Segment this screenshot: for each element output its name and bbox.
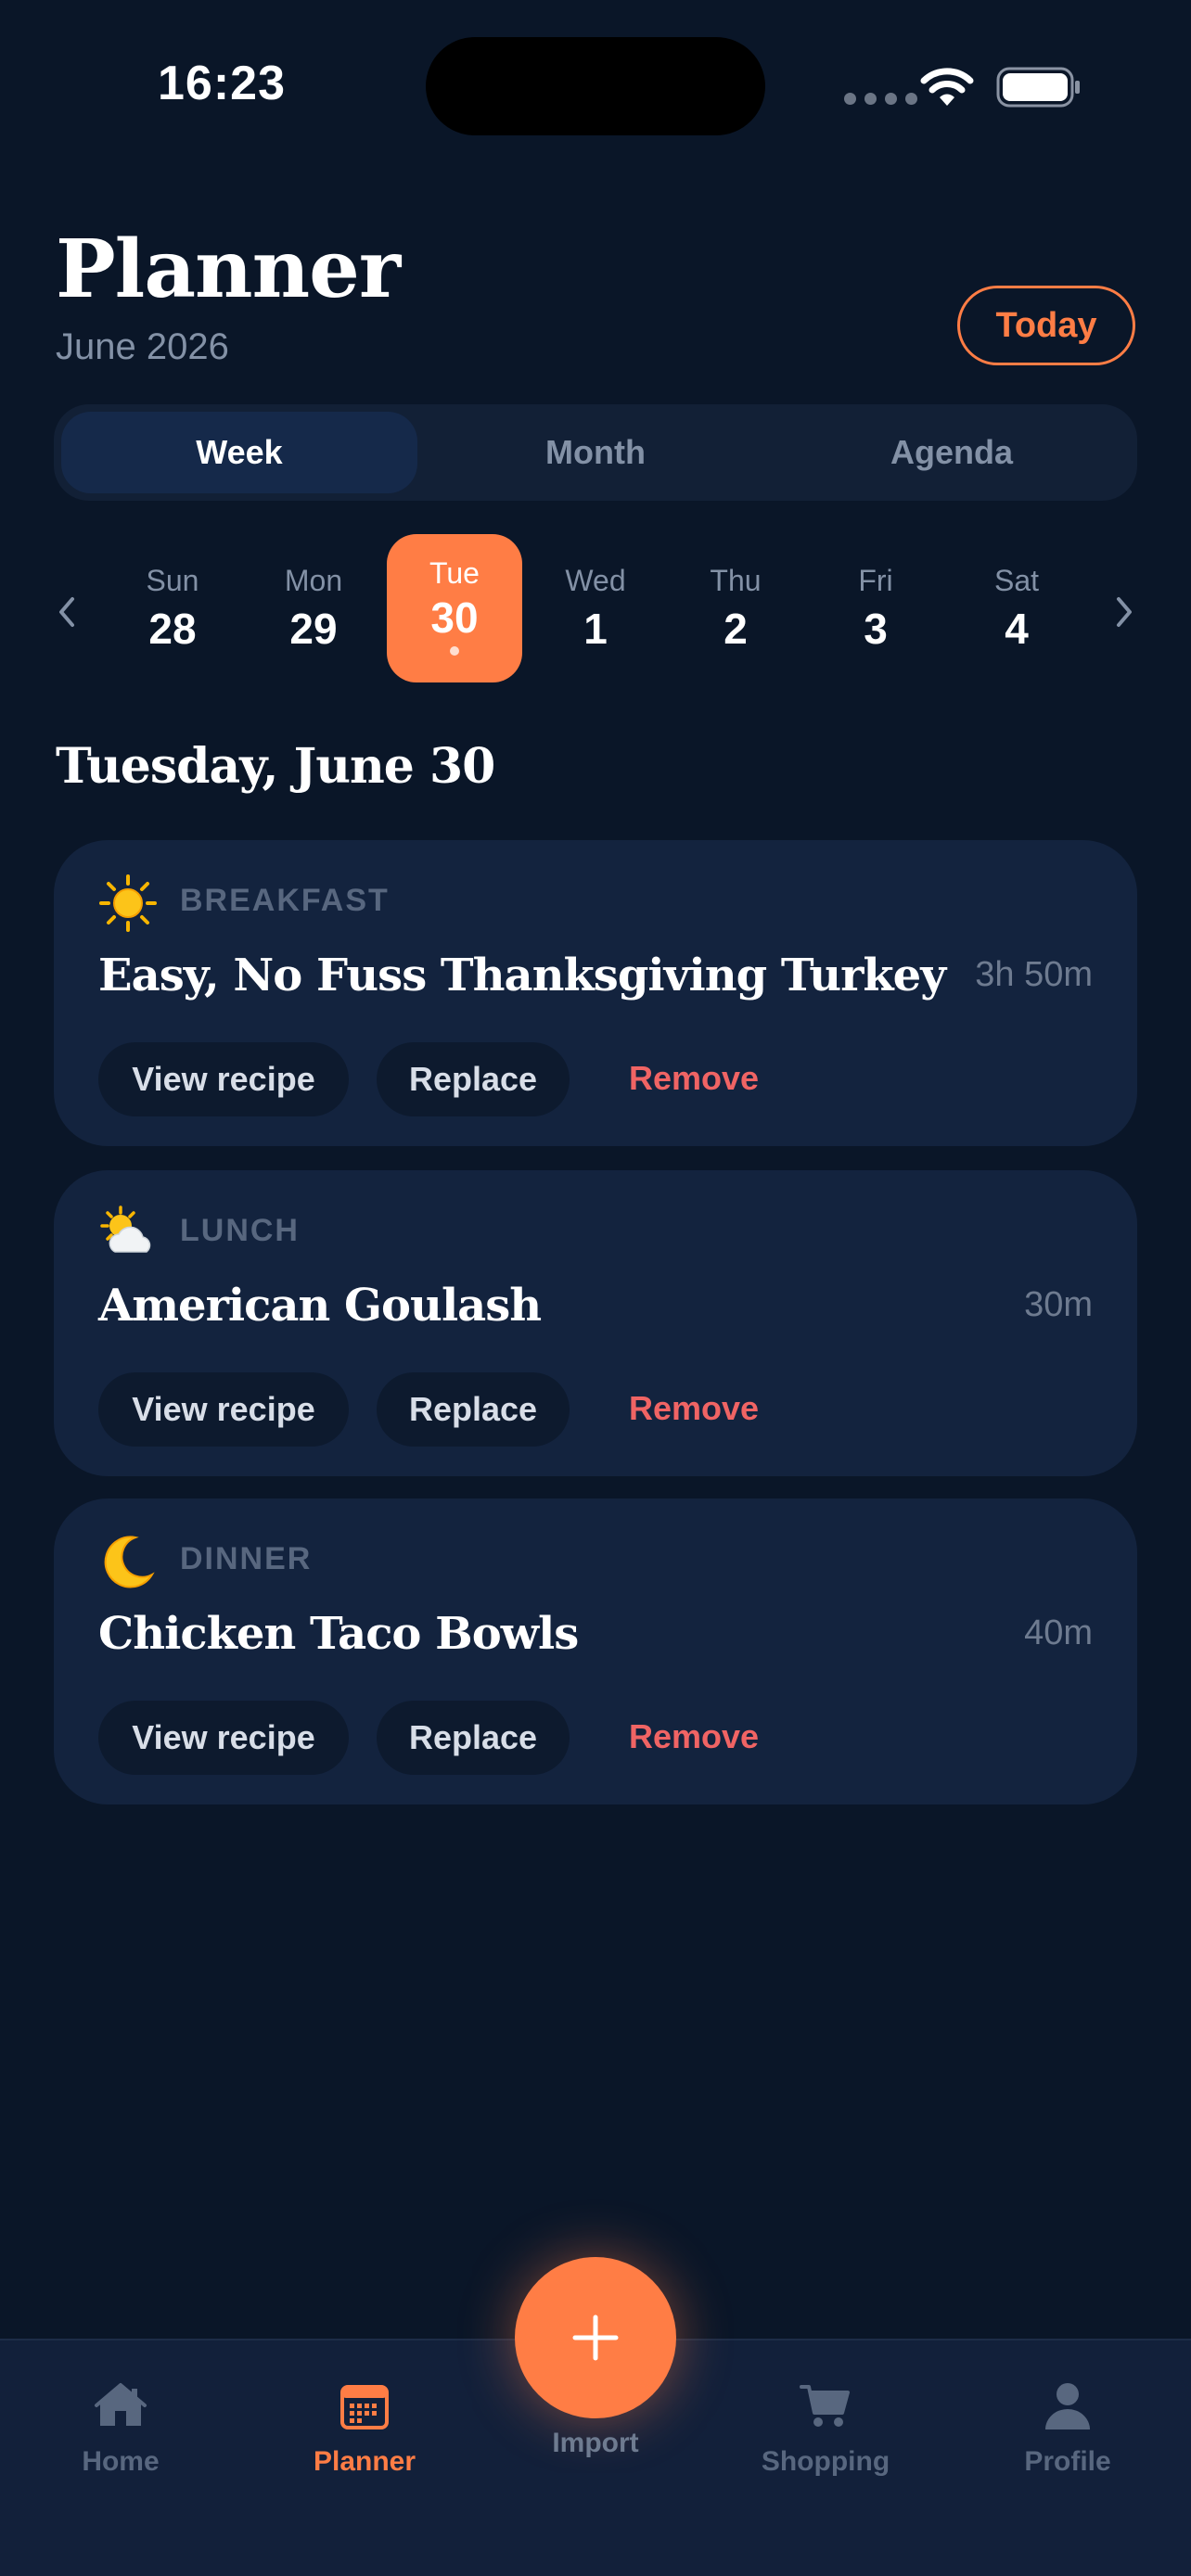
view-mode-segmented-control: Week Month Agenda — [54, 404, 1137, 501]
sun-icon — [99, 874, 157, 932]
cellular-signal-icon — [844, 93, 917, 105]
tab-planner[interactable]: Planner — [253, 2378, 476, 2478]
battery-icon — [996, 67, 1080, 108]
day-sat[interactable]: Sat 4 — [949, 534, 1084, 682]
tab-label: Planner — [313, 2446, 416, 2477]
recipe-duration: 40m — [1024, 1613, 1093, 1652]
sun-behind-cloud-icon — [100, 1205, 151, 1253]
calendar-icon — [340, 2385, 389, 2429]
day-tue-selected[interactable]: Tue 30 — [387, 534, 522, 682]
import-label: Import — [552, 2428, 639, 2458]
view-recipe-button[interactable]: View recipe — [98, 1372, 349, 1447]
wifi-icon — [920, 68, 974, 106]
meals-indicator-dot — [450, 646, 459, 656]
tab-shopping[interactable]: Shopping — [714, 2378, 937, 2478]
replace-button[interactable]: Replace — [377, 1042, 570, 1116]
recipe-duration: 3h 50m — [975, 955, 1093, 994]
selected-date-heading: Tuesday, June 30 — [56, 738, 495, 795]
view-recipe-button[interactable]: View recipe — [98, 1701, 349, 1775]
today-button[interactable]: Today — [957, 286, 1135, 365]
day-thu[interactable]: Thu 2 — [668, 534, 803, 682]
tab-agenda[interactable]: Agenda — [774, 412, 1130, 493]
day-wed[interactable]: Wed 1 — [528, 534, 663, 682]
tab-month[interactable]: Month — [417, 412, 774, 493]
remove-button[interactable]: Remove — [629, 1389, 759, 1428]
import-fab-button[interactable] — [515, 2257, 676, 2418]
day-fri[interactable]: Fri 3 — [808, 534, 943, 682]
meal-slot-label: LUNCH — [180, 1213, 300, 1248]
recipe-title: Chicken Taco Bowls — [98, 1608, 579, 1660]
tab-label: Home — [82, 2446, 160, 2477]
plus-icon — [572, 2315, 619, 2361]
cart-icon — [800, 2385, 850, 2427]
person-icon — [1045, 2383, 1090, 2429]
chevron-right-icon[interactable] — [1108, 584, 1141, 640]
tab-home[interactable]: Home — [9, 2378, 232, 2478]
recipe-title: American Goulash — [98, 1280, 542, 1332]
dynamic-island — [426, 37, 765, 135]
remove-button[interactable]: Remove — [629, 1717, 759, 1756]
day-mon[interactable]: Mon 29 — [246, 534, 381, 682]
meal-card-lunch: LUNCH American Goulash 30m View recipe R… — [54, 1170, 1137, 1476]
meal-slot-label: BREAKFAST — [180, 883, 390, 918]
tab-label: Profile — [1024, 2446, 1111, 2477]
meal-card-breakfast: BREAKFAST Easy, No Fuss Thanksgiving Tur… — [54, 840, 1137, 1146]
recipe-title: Easy, No Fuss Thanksgiving Turkey — [98, 950, 946, 1001]
tab-label: Shopping — [761, 2446, 890, 2477]
remove-button[interactable]: Remove — [629, 1059, 759, 1098]
home-icon — [95, 2383, 147, 2426]
status-time: 16:23 — [158, 57, 286, 110]
crescent-moon-icon — [104, 1536, 155, 1588]
page-title: Planner — [56, 223, 401, 316]
page-subtitle: June 2026 — [56, 326, 229, 367]
replace-button[interactable]: Replace — [377, 1701, 570, 1775]
tab-week[interactable]: Week — [61, 412, 417, 493]
view-recipe-button[interactable]: View recipe — [98, 1042, 349, 1116]
meal-card-dinner: DINNER Chicken Taco Bowls 40m View recip… — [54, 1498, 1137, 1804]
day-sun[interactable]: Sun 28 — [105, 534, 240, 682]
replace-button[interactable]: Replace — [377, 1372, 570, 1447]
tab-profile[interactable]: Profile — [956, 2378, 1179, 2478]
meal-slot-label: DINNER — [180, 1541, 313, 1576]
chevron-left-icon[interactable] — [50, 584, 83, 640]
recipe-duration: 30m — [1024, 1285, 1093, 1324]
